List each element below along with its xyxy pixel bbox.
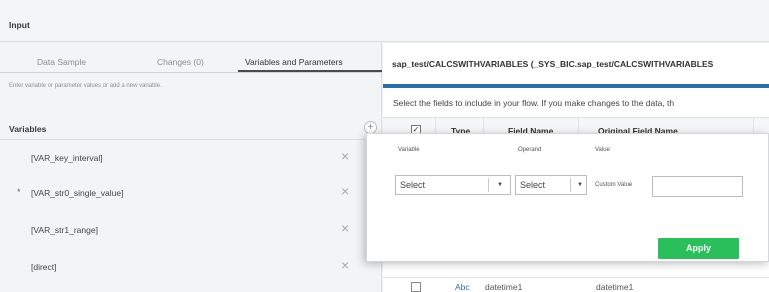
table-row[interactable]: Abc datetime1 datetime1 [383,277,769,292]
select-divider [488,178,489,192]
tab-variables-and-parameters[interactable]: Variables and Parameters [245,57,343,67]
variable-name: [VAR_str0_single_value] [31,188,124,198]
tab-divider [0,72,382,73]
variable-name: [VAR_key_interval] [31,153,103,163]
select-divider [570,178,571,192]
variable-row[interactable]: [direct] × [0,250,365,284]
variable-select-value: Select [400,180,426,190]
tab-changes[interactable]: Changes (0) [157,57,204,67]
variable-row[interactable]: [VAR_key_interval] × [0,141,365,175]
chevron-down-icon[interactable]: ▼ [497,182,503,188]
tab-bar: Data Sample Changes (0) Variables and Pa… [0,43,382,73]
field-type: Abc [455,282,470,292]
variable-select[interactable]: Select ▼ [395,175,511,195]
operand-label: Operand [518,147,542,153]
field-name: datetime1 [485,282,523,292]
left-panel: Data Sample Changes (0) Variables and Pa… [0,43,382,292]
variable-value-popup: Variable Operand Value Select ▼ Select ▼… [366,133,769,262]
tab-data-sample[interactable]: Data Sample [37,57,86,67]
variable-row[interactable]: * [VAR_str0_single_value] × [0,176,365,210]
variable-name: [VAR_str1_range] [31,225,98,235]
close-icon[interactable]: × [341,148,349,164]
top-bar: Input [0,0,769,42]
operand-select-value: Select [520,180,546,190]
value-label: Value [595,147,610,153]
original-field-name: datetime1 [596,282,634,292]
row-checkbox[interactable] [411,282,421,292]
instructions-text: Enter variable or parameter values or ad… [9,83,162,89]
chevron-down-icon[interactable]: ▼ [577,182,583,188]
fields-instruction: Select the fields to include in your flo… [393,98,675,108]
connection-heading: sap_test/CALCSWITHVARIABLES (_SYS_BIC.sa… [392,59,714,69]
variables-header: Variables + [0,120,382,140]
operand-select[interactable]: Select ▼ [515,175,587,195]
variable-row[interactable]: [VAR_str1_range] × [0,213,365,247]
apply-button[interactable]: Apply [658,238,739,259]
close-icon[interactable]: × [341,183,349,199]
custom-value-input[interactable] [652,176,743,197]
variable-name: [direct] [31,262,57,272]
page-title: Input [9,20,30,30]
required-marker: * [17,187,21,197]
close-icon[interactable]: × [341,220,349,236]
close-icon[interactable]: × [341,257,349,273]
variable-label: Variable [398,147,420,153]
variables-title: Variables [9,124,47,134]
custom-value-label: Custom Value [595,182,633,188]
accent-bar [383,84,769,88]
